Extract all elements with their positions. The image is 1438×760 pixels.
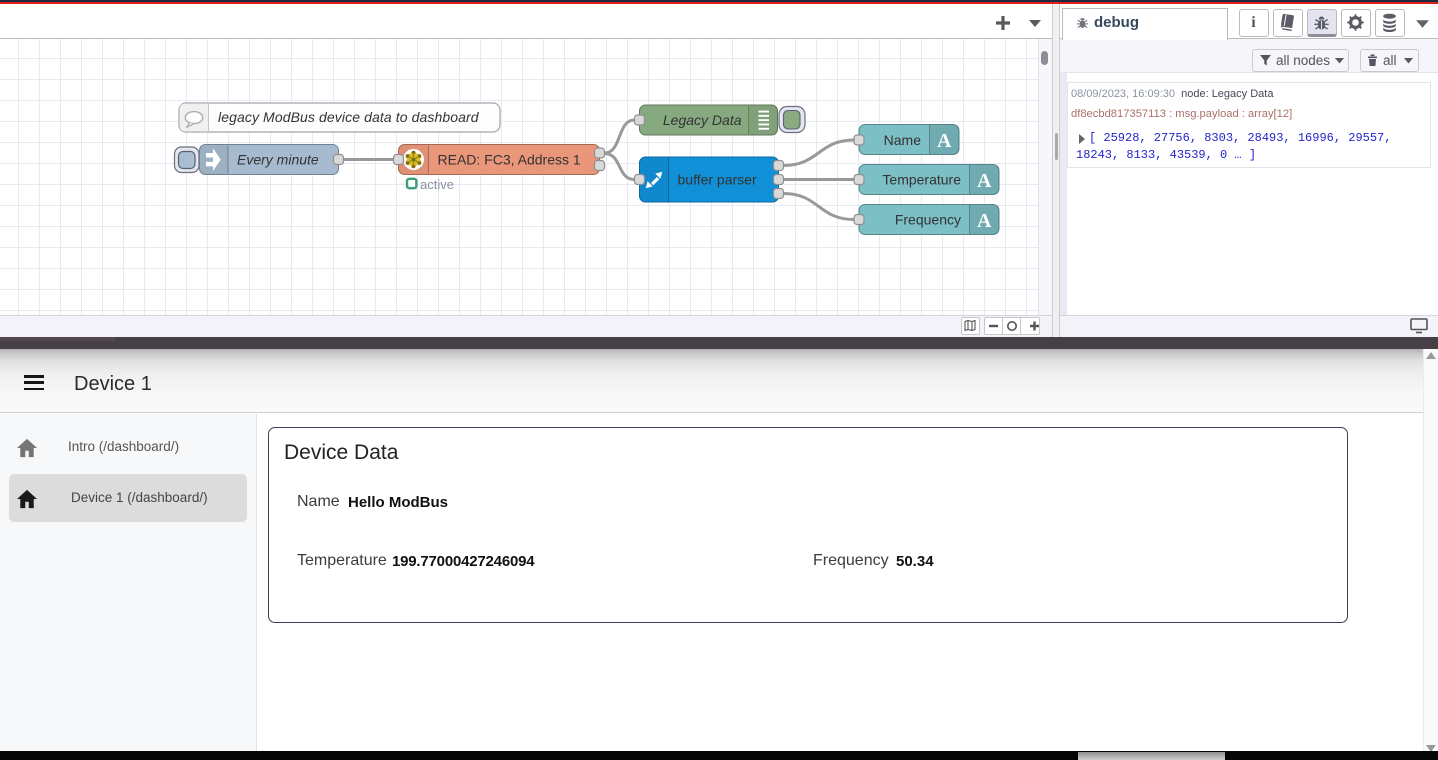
svg-text:A: A <box>937 130 952 152</box>
svg-text:Legacy Data: Legacy Data <box>663 112 742 128</box>
svg-text:Frequency: Frequency <box>895 212 961 228</box>
svg-text:Temperature: Temperature <box>882 172 961 188</box>
svg-text:Every minute: Every minute <box>237 152 319 168</box>
svg-text:Name: Name <box>884 132 922 148</box>
svg-text:legacy ModBus device data to d: legacy ModBus device data to dashboard <box>218 109 480 125</box>
svg-text:A: A <box>977 210 992 232</box>
svg-text:buffer parser: buffer parser <box>678 172 757 188</box>
svg-text:A: A <box>977 170 992 192</box>
svg-text:READ: FC3, Address 1: READ: FC3, Address 1 <box>438 152 581 168</box>
svg-text:active: active <box>420 177 454 192</box>
